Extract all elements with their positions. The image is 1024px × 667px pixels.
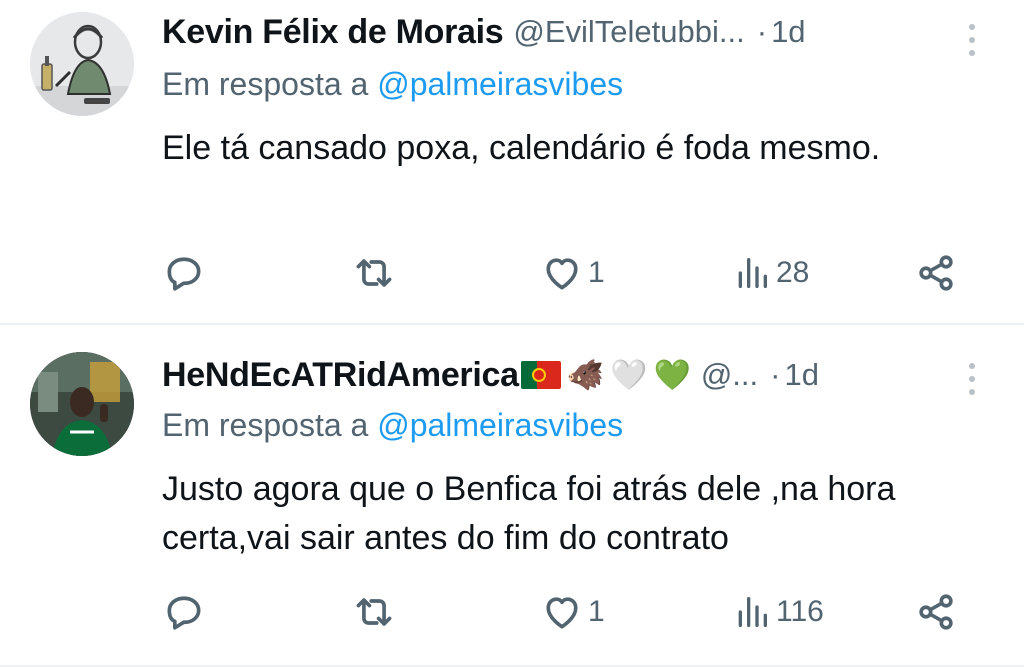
share-icon <box>919 255 953 291</box>
tweet[interactable]: Kevin Félix de Morais @EvilTeletubbi... … <box>0 0 1024 325</box>
name-emojis: 🐗 🤍 💚 <box>520 358 691 393</box>
reply-button[interactable] <box>162 587 210 637</box>
reply-context: Em resposta a @palmeirasvibes <box>162 407 623 444</box>
share-button[interactable] <box>914 248 958 298</box>
avatar[interactable] <box>30 352 134 456</box>
author-handle[interactable]: @EvilTeletubbi... <box>513 14 744 50</box>
reply-mention-link[interactable]: @palmeirasvibes <box>377 66 623 102</box>
share-icon <box>919 594 953 630</box>
views-button[interactable]: 116 <box>732 587 824 637</box>
more-options-icon[interactable] <box>968 363 976 395</box>
more-options-icon[interactable] <box>968 24 976 56</box>
reply-mention-link[interactable]: @palmeirasvibes <box>377 407 623 443</box>
tweet-header: Kevin Félix de Morais @EvilTeletubbi... … <box>162 10 806 54</box>
tweet-text: Justo agora que o Benfica foi atrás dele… <box>162 470 896 557</box>
timestamp[interactable]: 1d <box>784 357 818 393</box>
tweet-text: Ele tá cansado poxa, calendário é foda m… <box>162 129 881 167</box>
portugal-flag-icon <box>520 361 561 389</box>
heart-icon <box>546 258 578 290</box>
author-name[interactable]: Kevin Félix de Morais <box>162 13 504 52</box>
views-count: 116 <box>776 595 824 628</box>
views-icon <box>738 258 767 288</box>
separator-dot: · <box>770 357 781 392</box>
share-button[interactable] <box>914 587 958 637</box>
retweet-button[interactable] <box>352 587 400 637</box>
like-button[interactable]: 1 <box>540 587 605 637</box>
avatar[interactable] <box>30 12 134 116</box>
like-count: 1 <box>588 595 605 628</box>
retweet-icon <box>356 259 392 287</box>
timestamp[interactable]: 1d <box>771 14 805 50</box>
reply-icon <box>167 257 201 291</box>
tweet[interactable]: HeNdEcATRidAmerica 🐗 🤍 💚 @... · 1d Em re… <box>0 325 1024 667</box>
views-icon <box>738 597 767 627</box>
action-bar: 1 28 <box>162 248 967 298</box>
views-count: 28 <box>776 256 810 289</box>
emoji-white-heart: 🤍 <box>610 358 648 392</box>
like-button[interactable]: 1 <box>540 248 605 298</box>
views-button[interactable]: 28 <box>732 248 809 298</box>
emoji-green-heart: 💚 <box>653 358 691 392</box>
retweet-icon <box>356 598 392 626</box>
like-count: 1 <box>588 256 605 289</box>
author-handle[interactable]: @... <box>701 357 758 393</box>
reply-icon <box>167 596 201 630</box>
retweet-button[interactable] <box>352 248 400 298</box>
reply-prefix: Em resposta a <box>162 66 369 102</box>
reply-context: Em resposta a @palmeirasvibes <box>162 66 623 103</box>
separator-dot: · <box>756 14 768 49</box>
heart-icon <box>546 597 578 629</box>
author-name[interactable]: HeNdEcATRidAmerica <box>162 356 519 395</box>
action-bar: 1 116 <box>162 587 967 637</box>
emoji-boar: 🐗 <box>566 358 605 392</box>
reply-button[interactable] <box>162 248 210 298</box>
tweet-header: HeNdEcATRidAmerica 🐗 🤍 💚 @... · 1d <box>162 353 819 397</box>
reply-prefix: Em resposta a <box>162 407 369 443</box>
